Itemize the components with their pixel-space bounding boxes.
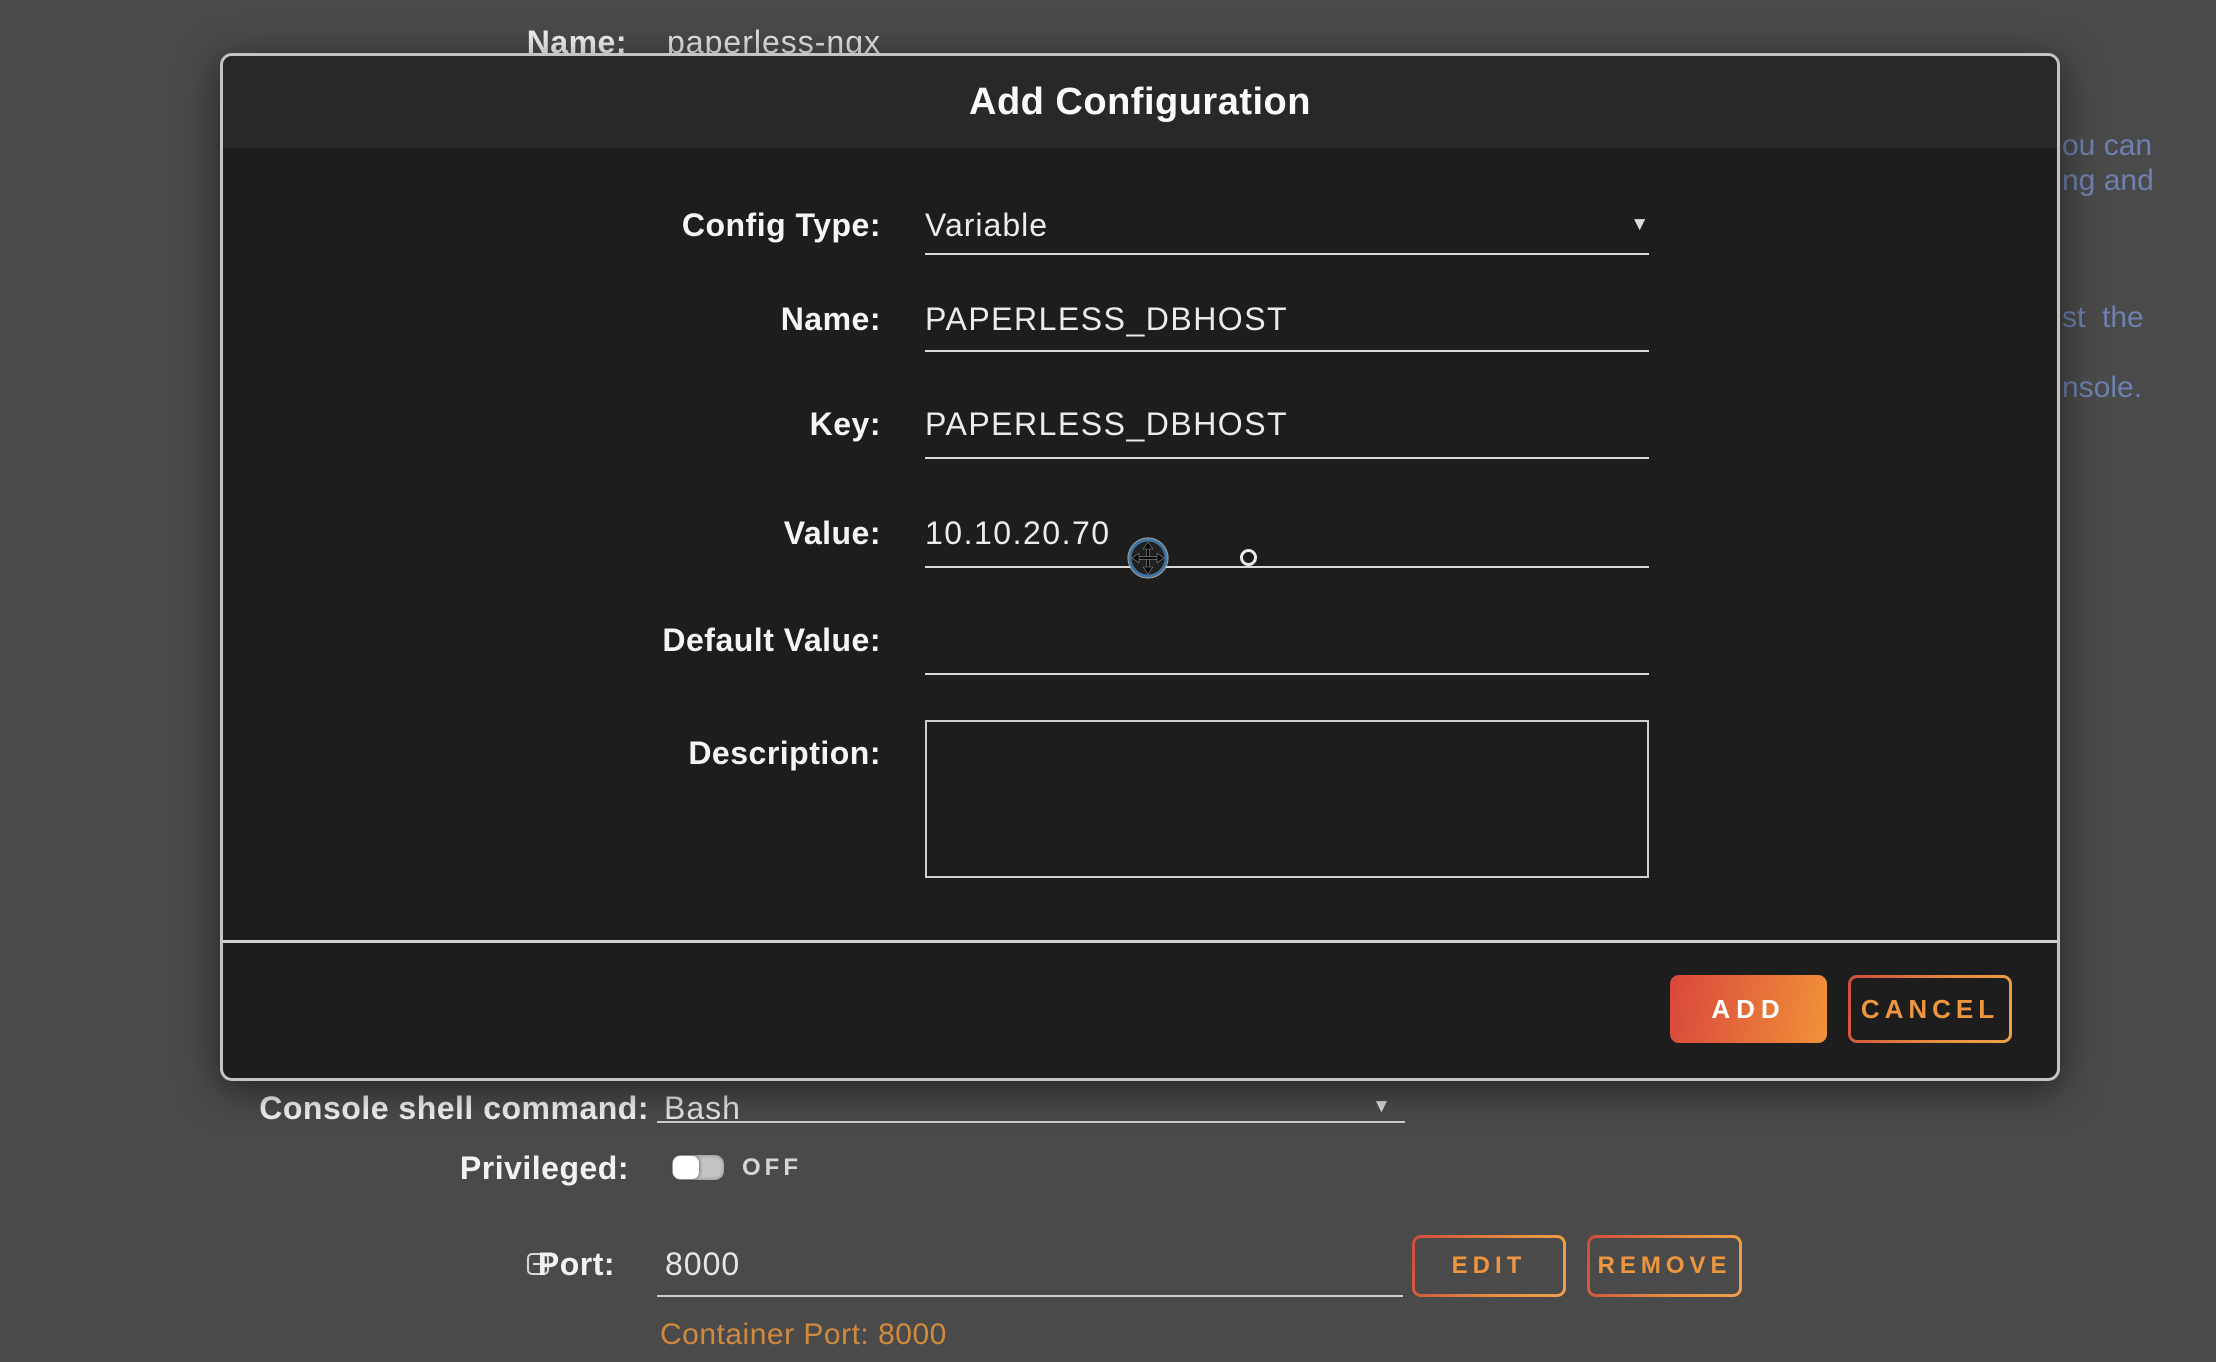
bg-helptext-fragment: st the <box>2062 300 2144 336</box>
variable-name-input[interactable] <box>925 299 1649 339</box>
variable-key-label: Key: <box>223 404 881 444</box>
add-button[interactable]: ADD <box>1670 975 1827 1043</box>
toggle-knob <box>673 1156 699 1179</box>
config-type-select[interactable]: Variable ▼ <box>925 205 1649 245</box>
config-type-underline <box>925 253 1649 255</box>
description-label: Description: <box>223 733 881 773</box>
config-type-value: Variable <box>925 205 1048 245</box>
variable-key-underline <box>925 457 1649 459</box>
dialog-header: Add Configuration <box>223 56 2057 148</box>
privileged-state: OFF <box>742 1154 802 1182</box>
bg-helptext-fragment: ou can <box>2062 128 2152 164</box>
description-textarea[interactable] <box>925 720 1649 878</box>
footer-divider <box>223 940 2057 943</box>
port-remove-label: REMOVE <box>1590 1238 1739 1294</box>
variable-name-label: Name: <box>223 299 881 339</box>
config-type-label: Config Type: <box>223 205 881 245</box>
privileged-label: Privileged: <box>200 1148 629 1188</box>
console-shell-label: Console shell command: <box>200 1088 649 1128</box>
bg-helptext-fragment: nsole. <box>2062 370 2142 406</box>
console-shell-underline <box>657 1121 1405 1123</box>
privileged-toggle[interactable] <box>672 1155 724 1180</box>
port-edit-label: EDIT <box>1415 1238 1563 1294</box>
cancel-button[interactable]: CANCEL <box>1848 975 2012 1043</box>
default-value-label: Default Value: <box>223 620 881 660</box>
variable-value-underline <box>925 566 1649 568</box>
variable-key-input[interactable] <box>925 404 1649 444</box>
container-port-hint: Container Port: 8000 <box>660 1318 947 1352</box>
add-configuration-dialog: Add Configuration Config Type: Variable … <box>220 53 2060 1081</box>
port-edit-button[interactable]: EDIT <box>1412 1235 1566 1297</box>
dialog-title: Add Configuration <box>223 56 2057 148</box>
port-value: 8000 <box>665 1244 740 1284</box>
default-value-underline <box>925 673 1649 675</box>
chevron-down-icon: ▼ <box>1630 214 1649 236</box>
variable-value-label: Value: <box>223 513 881 553</box>
port-remove-button[interactable]: REMOVE <box>1587 1235 1742 1297</box>
default-value-input[interactable] <box>925 620 1649 660</box>
cancel-label: CANCEL <box>1851 978 2009 1040</box>
variable-name-underline <box>925 350 1649 352</box>
port-underline <box>657 1295 1403 1297</box>
bg-helptext-fragment: ng and <box>2062 163 2154 199</box>
chevron-down-icon: ▼ <box>1372 1096 1391 1118</box>
port-label: Port: <box>300 1244 615 1284</box>
variable-value-input[interactable] <box>925 513 1649 553</box>
